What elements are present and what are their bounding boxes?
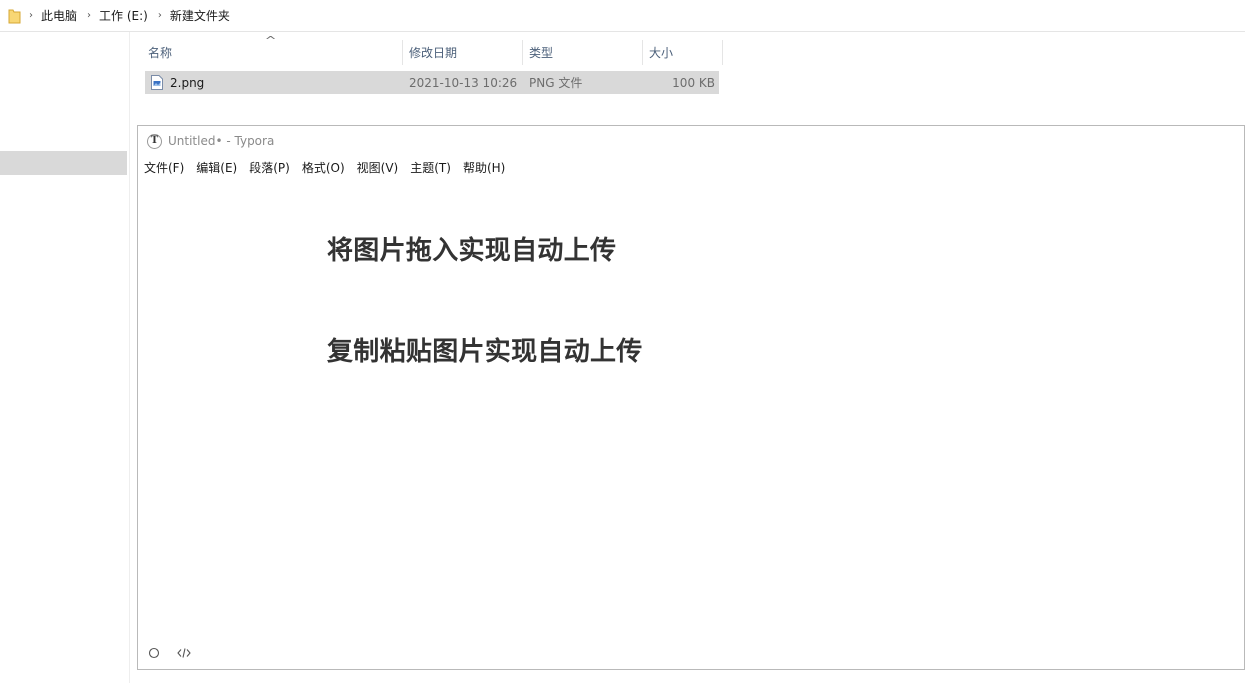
file-size: 100 KB — [672, 75, 715, 90]
menu-bar: 文件(F) 编辑(E) 段落(P) 格式(O) 视图(V) 主题(T) 帮助(H… — [138, 157, 517, 177]
column-header-modified[interactable]: 修改日期 — [403, 40, 523, 65]
menu-format[interactable]: 格式(O) — [302, 159, 345, 176]
typora-window[interactable]: T Untitled• - Typora 文件(F) 编辑(E) 段落(P) 格… — [137, 125, 1245, 670]
column-header-type[interactable]: 类型 — [523, 40, 643, 65]
chevron-right-icon: › — [157, 10, 162, 21]
file-type: PNG 文件 — [529, 76, 583, 90]
status-bar — [138, 637, 1244, 669]
menu-view[interactable]: 视图(V) — [357, 159, 399, 176]
file-row[interactable]: 2.png 2021-10-13 10:26 PNG 文件 100 KB — [145, 71, 719, 94]
nav-selected-item[interactable] — [0, 151, 127, 175]
menu-help[interactable]: 帮助(H) — [463, 159, 505, 176]
navigation-pane[interactable] — [0, 32, 130, 683]
menu-edit[interactable]: 编辑(E) — [196, 159, 237, 176]
address-bar[interactable]: › 此电脑 › 工作 (E:) › 新建文件夹 — [0, 0, 1245, 32]
file-modified: 2021-10-13 10:26 — [409, 75, 518, 90]
column-header-name[interactable]: 名称 — [142, 40, 403, 65]
folder-icon — [8, 9, 21, 23]
typora-titlebar[interactable]: T Untitled• - Typora — [138, 126, 1244, 156]
menu-file[interactable]: 文件(F) — [144, 159, 184, 176]
column-header-size[interactable]: 大小 — [643, 40, 723, 65]
chevron-right-icon: › — [29, 10, 33, 21]
heading-drag-image-upload[interactable]: 将图片拖入实现自动上传 — [327, 230, 616, 267]
image-file-icon — [151, 75, 163, 90]
source-code-mode-icon[interactable] — [176, 645, 192, 661]
file-name-cell: 2.png — [145, 71, 403, 94]
heading-paste-image-upload[interactable]: 复制粘贴图片实现自动上传 — [327, 331, 643, 368]
breadcrumb-drive-e[interactable]: 工作 (E:) — [99, 7, 148, 24]
window-title: Untitled• - Typora — [168, 134, 275, 148]
chevron-right-icon: › — [87, 10, 92, 21]
menu-theme[interactable]: 主题(T) — [410, 159, 451, 176]
menu-paragraph[interactable]: 段落(P) — [249, 159, 290, 176]
outline-toggle-icon[interactable] — [146, 645, 162, 661]
typora-logo-icon: T — [147, 133, 162, 149]
breadcrumb-this-pc[interactable]: 此电脑 — [41, 7, 77, 24]
breadcrumb-new-folder[interactable]: 新建文件夹 — [170, 7, 230, 24]
file-name: 2.png — [170, 75, 205, 90]
